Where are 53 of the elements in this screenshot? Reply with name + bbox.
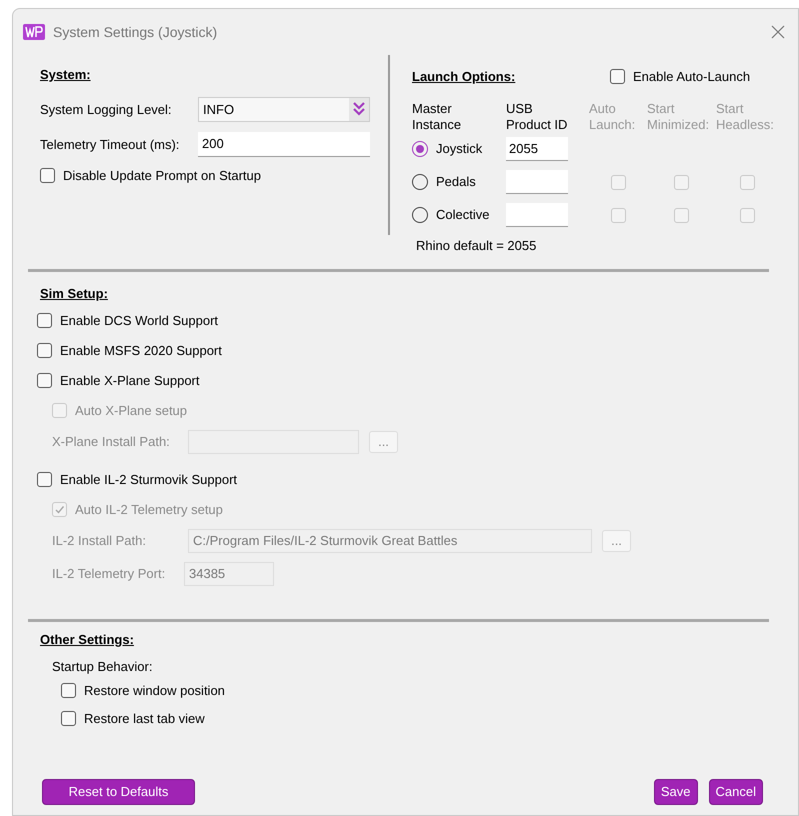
logging-level-dropdown[interactable]: INFO <box>198 97 370 122</box>
checkbox-label: Enable IL-2 Sturmovik Support <box>60 470 238 489</box>
reset-button[interactable]: Reset to Defaults <box>42 779 195 805</box>
checkbox-label: Enable X-Plane Support <box>60 372 200 390</box>
product-id-field[interactable] <box>506 203 568 227</box>
check-icon <box>54 504 65 515</box>
default-note: Rhino default = 2055 <box>415 236 538 254</box>
checkbox-label: Disable Update Prompt on Startup <box>63 166 261 185</box>
column-header: Start Headless: <box>716 100 775 132</box>
column-header: Start Minimized: <box>647 100 710 132</box>
checkbox[interactable] <box>37 472 52 487</box>
app-logo-icon <box>23 24 45 40</box>
instance-label: Colective <box>436 206 490 224</box>
field-label: IL-2 Install Path: <box>52 532 147 550</box>
product-id-field[interactable] <box>506 170 568 194</box>
checkbox-label: Auto IL-2 Telemetry setup <box>75 500 223 519</box>
section-heading: Sim Setup: <box>40 286 108 301</box>
section-heading: Launch Options: <box>412 69 516 84</box>
field-label: Telemetry Timeout (ms): <box>40 136 180 154</box>
checkbox-label: Enable DCS World Support <box>60 312 218 330</box>
checkbox[interactable] <box>61 711 76 726</box>
field-label: System Logging Level: <box>40 100 173 119</box>
radio-button[interactable] <box>412 141 428 157</box>
field-label: IL-2 Telemetry Port: <box>52 565 166 584</box>
column-header: USB Product ID <box>506 100 568 132</box>
close-icon <box>771 25 785 39</box>
cancel-button[interactable]: Cancel <box>708 779 763 805</box>
radio-button[interactable] <box>412 174 428 190</box>
section-heading: System: <box>40 67 91 82</box>
checkbox[interactable] <box>37 373 52 388</box>
checkbox-label: Enable MSFS 2020 Support <box>60 342 222 360</box>
save-button[interactable]: Save <box>654 779 698 805</box>
double-chevron-icon <box>349 98 369 121</box>
instance-label: Joystick <box>436 140 482 158</box>
section-heading: Other Settings: <box>40 630 135 649</box>
checkbox[interactable] <box>610 69 625 84</box>
column-header: Auto Launch: <box>589 100 636 132</box>
column-header: Master Instance <box>412 100 462 132</box>
checkbox-label: Restore window position <box>84 682 225 700</box>
checkbox[interactable] <box>37 343 52 358</box>
group-label: Startup Behavior: <box>51 658 154 676</box>
checkbox[interactable] <box>37 313 52 328</box>
window-title: System Settings (Joystick) <box>53 22 218 42</box>
checkbox-label: Restore last tab view <box>84 710 205 728</box>
checkbox[interactable] <box>61 683 76 698</box>
checkbox-label: Auto X-Plane setup <box>75 402 188 420</box>
telemetry-timeout-field[interactable]: 200 <box>198 132 370 157</box>
product-id-field[interactable]: 2055 <box>506 137 568 161</box>
instance-label: Pedals <box>436 173 476 192</box>
radio-button[interactable] <box>412 207 428 223</box>
field-label: X-Plane Install Path: <box>52 433 171 452</box>
checkbox-label: Enable Auto-Launch <box>633 68 750 86</box>
checkbox[interactable] <box>40 168 55 183</box>
